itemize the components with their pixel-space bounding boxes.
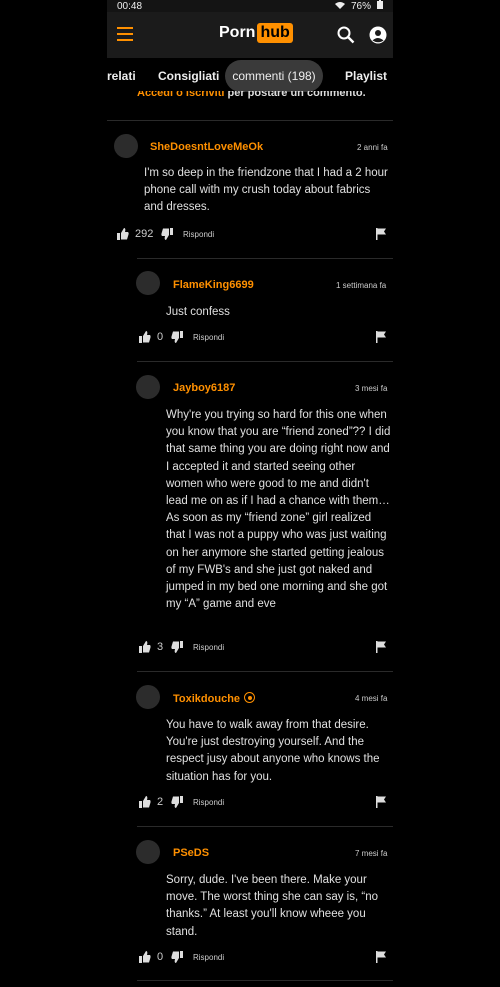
- verified-badge-icon: [244, 692, 256, 703]
- comment-text: I'm so deep in the friendzone that I had…: [144, 167, 388, 214]
- login-link[interactable]: Accedi o iscriviti: [137, 91, 224, 99]
- comment-date: 2 anni fa: [357, 143, 388, 152]
- comment-text: Just confess: [166, 306, 230, 318]
- divider: [137, 671, 393, 672]
- app-frame: 00:48 76% Porn hub relati Consigliati co…: [107, 0, 393, 987]
- account-icon[interactable]: [369, 26, 387, 44]
- thumbs-down-icon[interactable]: [161, 228, 173, 240]
- like-count: 292: [135, 228, 154, 240]
- like-count: 0: [157, 951, 164, 963]
- like-count: 3: [157, 641, 164, 653]
- comment-username-row[interactable]: Toxikdouche: [173, 692, 256, 705]
- avatar[interactable]: [136, 375, 160, 399]
- comment-text: Why're you trying so hard for this one w…: [166, 409, 391, 611]
- like-count: 2: [157, 796, 164, 808]
- comment-actions: 3 Rispondi: [139, 641, 387, 655]
- avatar[interactable]: [114, 134, 138, 158]
- comment-date: 1 settimana fa: [336, 281, 387, 290]
- comment-actions: 292 Rispondi: [117, 228, 387, 242]
- flag-icon[interactable]: [375, 331, 387, 343]
- battery-icon: [377, 0, 383, 12]
- reply-button[interactable]: Rispondi: [193, 333, 224, 342]
- thumbs-up-icon[interactable]: [139, 796, 151, 808]
- comment-actions: 0 Rispondi: [139, 331, 387, 345]
- like-count: 0: [157, 331, 164, 343]
- tab-related[interactable]: relati: [107, 69, 136, 83]
- thumbs-up-icon[interactable]: [139, 951, 151, 963]
- tab-recommended[interactable]: Consigliati: [158, 69, 219, 83]
- site-logo[interactable]: Porn hub: [219, 23, 293, 43]
- reply-button[interactable]: Rispondi: [193, 798, 224, 807]
- avatar[interactable]: [136, 271, 160, 295]
- status-bar: 00:48 76%: [107, 0, 393, 12]
- comment-username[interactable]: Jayboy6187: [173, 382, 235, 394]
- search-icon[interactable]: [337, 26, 355, 44]
- login-prompt-text: per postare un commento.: [224, 91, 366, 99]
- divider: [137, 258, 393, 259]
- flag-icon[interactable]: [375, 228, 387, 240]
- thumbs-down-icon[interactable]: [171, 641, 183, 653]
- thumbs-down-icon[interactable]: [171, 796, 183, 808]
- comment-date: 3 mesi fa: [355, 384, 388, 393]
- battery-level: 76%: [350, 0, 371, 12]
- hamburger-menu-icon[interactable]: [117, 27, 133, 41]
- comment-date: 7 mesi fa: [355, 849, 388, 858]
- logo-text-right: hub: [257, 23, 293, 43]
- status-time: 00:48: [117, 0, 143, 12]
- reply-button[interactable]: Rispondi: [183, 230, 214, 239]
- comment-username[interactable]: SheDoesntLoveMeOk: [150, 141, 263, 153]
- comment-text: You have to walk away from that desire. …: [166, 719, 380, 783]
- divider: [137, 361, 393, 362]
- thumbs-down-icon[interactable]: [171, 951, 183, 963]
- thumbs-up-icon[interactable]: [139, 331, 151, 343]
- wifi-icon: [334, 1, 345, 12]
- comment-actions: 2 Rispondi: [139, 796, 387, 810]
- tab-bar: relati Consigliati commenti (198) Playli…: [107, 58, 393, 94]
- comment-date: 4 mesi fa: [355, 694, 388, 703]
- tab-comments[interactable]: commenti (198): [225, 60, 323, 92]
- divider: [137, 826, 393, 827]
- comment-username[interactable]: Toxikdouche: [173, 693, 240, 705]
- comment-text: Sorry, dude. I've been there. Make your …: [166, 874, 378, 938]
- avatar[interactable]: [136, 840, 160, 864]
- flag-icon[interactable]: [375, 641, 387, 653]
- reply-button[interactable]: Rispondi: [193, 643, 224, 652]
- divider: [107, 120, 393, 121]
- logo-text-left: Porn: [219, 24, 256, 41]
- thumbs-down-icon[interactable]: [171, 331, 183, 343]
- comment-username[interactable]: FlameKing6699: [173, 279, 254, 291]
- flag-icon[interactable]: [375, 951, 387, 963]
- thumbs-up-icon[interactable]: [139, 641, 151, 653]
- app-header: Porn hub: [107, 12, 393, 58]
- avatar[interactable]: [136, 685, 160, 709]
- comment-actions: 0 Rispondi: [139, 951, 387, 965]
- reply-button[interactable]: Rispondi: [193, 953, 224, 962]
- comment-username[interactable]: PSeDS: [173, 847, 209, 859]
- divider: [137, 980, 393, 981]
- login-prompt: Accedi o iscriviti per postare un commen…: [137, 91, 366, 99]
- tab-playlist[interactable]: Playlist: [345, 69, 387, 83]
- thumbs-up-icon[interactable]: [117, 228, 129, 240]
- flag-icon[interactable]: [375, 796, 387, 808]
